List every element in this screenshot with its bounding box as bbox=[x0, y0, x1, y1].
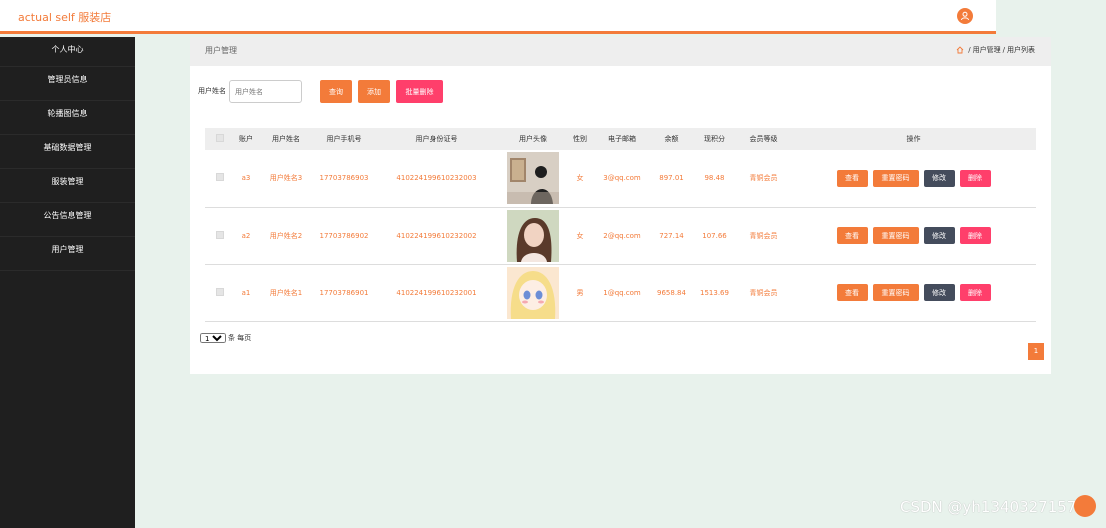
cell-gender: 女 bbox=[576, 174, 584, 183]
row-checkbox[interactable] bbox=[216, 230, 224, 239]
delete-button[interactable]: 删除 bbox=[959, 169, 991, 187]
page-size-control: 10 条 每页 bbox=[200, 333, 251, 343]
delete-button[interactable]: 删除 bbox=[959, 227, 991, 244]
cell-points: 1513.69 bbox=[700, 288, 729, 297]
row-checkbox[interactable] bbox=[216, 173, 224, 182]
home-icon[interactable] bbox=[956, 46, 964, 54]
view-button[interactable]: 查看 bbox=[836, 284, 868, 301]
table-row: a3 用户姓名3 17703786903 410224199610232003 … bbox=[205, 150, 1036, 207]
sidebar-item-users[interactable]: 用户管理 bbox=[0, 237, 135, 271]
sidebar: 个人中心 管理员信息 轮播图信息 基础数据管理 服装管理 公告信息管理 用户管理 bbox=[0, 37, 135, 528]
table-header: 账户 用户姓名 用户手机号 用户身份证号 用户头像 性别 电子邮箱 余额 现积分… bbox=[205, 128, 1036, 150]
delete-button[interactable]: 删除 bbox=[959, 284, 991, 301]
cell-account: a3 bbox=[241, 174, 251, 183]
cell-name: 用户姓名3 bbox=[269, 174, 303, 183]
cell-phone: 17703786901 bbox=[319, 288, 369, 297]
brand-title: actual self 服装店 bbox=[18, 11, 112, 24]
cell-balance: 9658.84 bbox=[657, 288, 686, 297]
row-actions: 查看 重置密码 修改 删除 bbox=[836, 169, 991, 187]
cell-phone: 17703786902 bbox=[319, 231, 369, 240]
top-bar: actual self 服装店 bbox=[0, 0, 996, 34]
breadcrumb-current: 用户列表 bbox=[1007, 46, 1035, 54]
column-header: 会员等级 bbox=[749, 135, 778, 143]
reset-password-button[interactable]: 重置密码 bbox=[872, 227, 919, 244]
edit-button[interactable]: 修改 bbox=[923, 227, 955, 244]
sidebar-item-clothing[interactable]: 服装管理 bbox=[0, 169, 135, 203]
cell-idcard: 410224199610232003 bbox=[396, 174, 477, 183]
cell-balance: 727.14 bbox=[659, 231, 684, 240]
cell-account: a2 bbox=[241, 231, 251, 240]
cell-gender: 男 bbox=[576, 288, 584, 297]
cell-gender: 女 bbox=[576, 231, 584, 240]
watermark: CSDN @yh1340327157 bbox=[900, 498, 1077, 516]
user-avatar-photo bbox=[507, 152, 559, 205]
search-input[interactable] bbox=[229, 80, 302, 103]
page-size-select[interactable]: 10 bbox=[200, 333, 226, 343]
edit-button[interactable]: 修改 bbox=[923, 169, 955, 187]
table-row: a1 用户姓名1 17703786901 410224199610232001 bbox=[205, 264, 1036, 321]
page-size-suffix: 条 每页 bbox=[228, 334, 252, 342]
page-title: 用户管理 bbox=[205, 46, 237, 55]
panel-header: 用户管理 / 用户管理 / 用户列表 bbox=[190, 37, 1051, 66]
sidebar-item-basic-data[interactable]: 基础数据管理 bbox=[0, 135, 135, 169]
column-header: 余额 bbox=[664, 135, 679, 143]
cell-balance: 897.01 bbox=[659, 174, 684, 183]
user-table: 账户 用户姓名 用户手机号 用户身份证号 用户头像 性别 电子邮箱 余额 现积分… bbox=[205, 128, 1036, 322]
row-actions: 查看 重置密码 修改 删除 bbox=[836, 227, 991, 244]
column-header: 用户身份证号 bbox=[415, 135, 458, 143]
cell-idcard: 410224199610232002 bbox=[396, 231, 477, 240]
query-button[interactable]: 查询 bbox=[320, 80, 352, 103]
page-number-button[interactable]: 1 bbox=[1028, 343, 1044, 360]
edit-button[interactable]: 修改 bbox=[923, 284, 955, 301]
cell-email: 3@qq.com bbox=[603, 174, 641, 183]
column-header: 现积分 bbox=[704, 135, 725, 143]
table-row: a2 用户姓名2 17703786902 410224199610232002 … bbox=[205, 207, 1036, 264]
user-avatar-icon[interactable] bbox=[957, 8, 973, 24]
reset-password-button[interactable]: 重置密码 bbox=[872, 284, 919, 301]
cell-account: a1 bbox=[241, 288, 251, 297]
cell-idcard: 410224199610232001 bbox=[396, 288, 477, 297]
cell-phone: 17703786903 bbox=[319, 174, 369, 183]
select-all-checkbox[interactable] bbox=[216, 134, 224, 142]
row-checkbox[interactable] bbox=[216, 287, 224, 296]
cell-email: 1@qq.com bbox=[603, 288, 641, 297]
search-label: 用户姓名 bbox=[198, 87, 226, 95]
column-header: 账户 bbox=[239, 135, 253, 143]
sidebar-item-admin-info[interactable]: 管理员信息 bbox=[0, 67, 135, 101]
column-header: 电子邮箱 bbox=[608, 135, 636, 143]
breadcrumb-sep: / bbox=[968, 46, 971, 54]
main-panel: 用户管理 / 用户管理 / 用户列表 用户姓名 查询 添加 批量删除 账户 用户… bbox=[190, 37, 1051, 374]
sidebar-item-announcement[interactable]: 公告信息管理 bbox=[0, 203, 135, 237]
sidebar-item-carousel[interactable]: 轮播图信息 bbox=[0, 101, 135, 135]
cell-level: 青铜会员 bbox=[749, 174, 778, 183]
view-button[interactable]: 查看 bbox=[836, 169, 868, 187]
cell-points: 107.66 bbox=[702, 231, 727, 240]
sidebar-item-personal-center[interactable]: 个人中心 bbox=[0, 37, 135, 67]
row-actions: 查看 重置密码 修改 删除 bbox=[836, 284, 991, 301]
column-header: 用户头像 bbox=[519, 135, 547, 143]
cell-name: 用户姓名1 bbox=[269, 288, 303, 297]
breadcrumb-sep: / bbox=[1002, 46, 1005, 54]
floating-action-button[interactable] bbox=[1074, 495, 1096, 517]
cell-name: 用户姓名2 bbox=[269, 231, 303, 240]
column-header: 操作 bbox=[906, 135, 921, 143]
cell-points: 98.48 bbox=[704, 174, 725, 183]
cell-email: 2@qq.com bbox=[603, 231, 641, 240]
reset-password-button[interactable]: 重置密码 bbox=[872, 169, 919, 187]
batch-delete-button[interactable]: 批量删除 bbox=[396, 80, 443, 103]
cell-level: 青铜会员 bbox=[749, 288, 778, 297]
breadcrumb-section[interactable]: 用户管理 bbox=[973, 45, 1001, 55]
view-button[interactable]: 查看 bbox=[836, 227, 868, 244]
column-header: 用户姓名 bbox=[272, 135, 300, 143]
cell-level: 青铜会员 bbox=[749, 231, 778, 240]
breadcrumb: / 用户管理 / 用户列表 bbox=[956, 45, 1035, 55]
column-header: 用户手机号 bbox=[326, 135, 362, 143]
user-avatar-photo bbox=[507, 209, 559, 262]
add-button[interactable]: 添加 bbox=[358, 80, 390, 103]
user-avatar-photo bbox=[507, 266, 559, 319]
column-header: 性别 bbox=[573, 135, 587, 143]
